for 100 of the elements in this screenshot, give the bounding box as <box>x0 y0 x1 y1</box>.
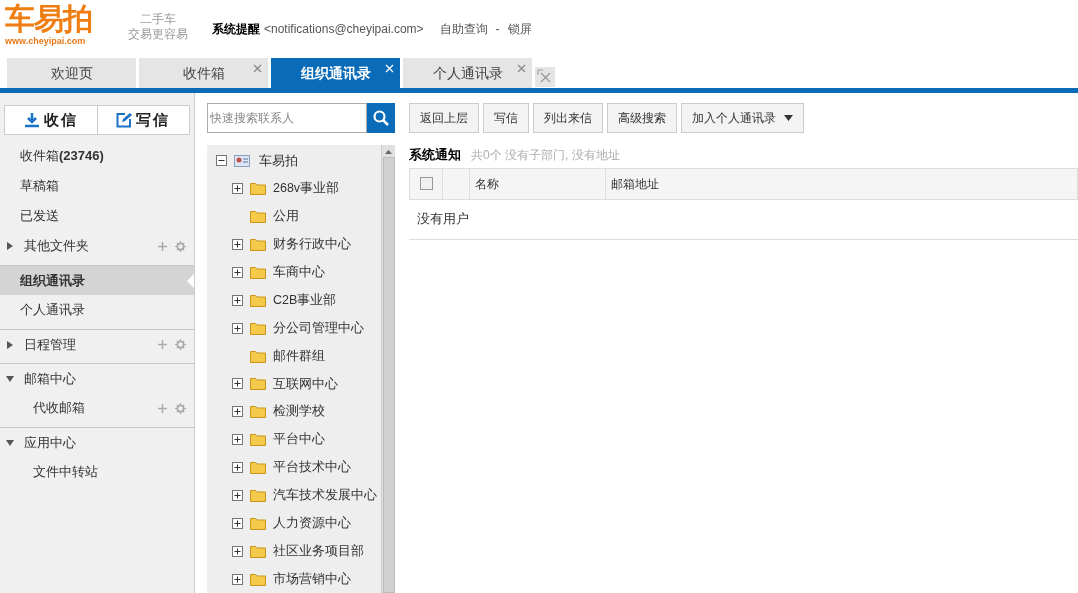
sidebar-label: 收件箱(23746) <box>20 147 105 166</box>
tab[interactable]: 收件箱 <box>139 58 268 88</box>
search-button[interactable] <box>367 103 395 133</box>
sidebar-label: 已发送 <box>20 207 60 226</box>
expand-icon[interactable] <box>232 239 243 251</box>
sidebar-label: 其他文件夹 <box>24 237 90 256</box>
folder-icon <box>250 349 266 363</box>
tree-label[interactable]: 平台中心 <box>273 430 325 450</box>
tree-label[interactable]: 财务行政中心 <box>273 235 351 254</box>
tree-label[interactable]: 检测学校 <box>273 402 325 422</box>
folder-icon <box>250 238 266 252</box>
column-header[interactable]: 邮箱地址 <box>606 168 1077 199</box>
tree-label[interactable]: 汽车技术发展中心 <box>273 486 377 505</box>
logo-text: 车易拍 <box>5 2 93 36</box>
folder-icon <box>250 488 266 502</box>
tab[interactable]: 个人通讯录 <box>403 58 532 88</box>
expand-icon[interactable] <box>232 266 243 278</box>
folder-icon <box>250 405 266 419</box>
folder-icon <box>250 516 266 530</box>
folder-icon <box>250 433 266 447</box>
collapsed-arrow-icon[interactable] <box>6 242 14 250</box>
close-icon[interactable] <box>517 64 526 73</box>
panel-info: 共0个 没有子部门, 没有地址 <box>471 146 620 164</box>
tree-label[interactable]: 公用 <box>273 207 299 227</box>
header-link[interactable]: - <box>495 20 500 38</box>
tree-label[interactable]: 人力资源中心 <box>273 513 351 533</box>
collapsed-arrow-icon[interactable] <box>6 340 14 349</box>
sidebar-label: 文件中转站 <box>33 463 99 482</box>
tree-label[interactable]: 分公司管理中心 <box>273 318 364 338</box>
edit-icon <box>116 112 133 128</box>
tab[interactable]: 组织通讯录 <box>271 58 400 88</box>
expand-icon[interactable] <box>232 462 243 474</box>
expand-icon[interactable] <box>232 294 243 306</box>
sidebar-item[interactable]: 应用中心 <box>0 427 194 457</box>
search-icon <box>373 110 389 126</box>
receive-button[interactable]: 收信 <box>5 106 97 134</box>
tree-label[interactable]: C2B事业部 <box>273 290 337 310</box>
tab[interactable]: 欢迎页 <box>7 58 136 88</box>
sidebar-item[interactable]: 草稿箱 <box>0 171 194 201</box>
folder-icon <box>250 182 266 196</box>
expand-icon[interactable] <box>232 322 243 334</box>
header-link[interactable]: 自助查询 <box>439 20 488 38</box>
expand-icon[interactable] <box>232 434 243 446</box>
sidebar-label: 邮箱中心 <box>24 369 77 388</box>
sidebar-item[interactable]: 其他文件夹 <box>0 231 194 261</box>
download-icon <box>23 112 40 128</box>
expand-icon[interactable] <box>232 489 243 501</box>
tree-label[interactable]: 社区业务项目部 <box>273 541 364 561</box>
scroll-up-icon[interactable] <box>385 149 392 154</box>
toolbar-button[interactable]: 列出来信 <box>533 103 603 133</box>
expand-icon[interactable] <box>232 378 243 390</box>
dropdown-button[interactable]: 加入个人通讯录 <box>681 103 804 133</box>
column-header[interactable]: 名称 <box>470 168 606 199</box>
tree-label[interactable]: 市场营销中心 <box>273 569 351 589</box>
toolbar-button[interactable]: 返回上层 <box>409 103 479 133</box>
tree-label[interactable]: 互联网中心 <box>273 374 338 394</box>
close-icon[interactable] <box>253 64 262 73</box>
sidebar-item[interactable]: 文件中转站 <box>0 457 194 487</box>
sidebar-item[interactable]: 已发送 <box>0 201 194 231</box>
expand-icon[interactable] <box>232 517 243 529</box>
expand-icon[interactable] <box>232 183 243 195</box>
pointer-icon <box>187 274 194 288</box>
tree-label[interactable]: 268v事业部 <box>273 179 340 199</box>
slogan-text: 二手车 <box>140 12 176 27</box>
folder-icon <box>250 544 266 558</box>
sidebar-label: 应用中心 <box>24 433 77 452</box>
folder-icon <box>250 321 266 335</box>
toolbar-button[interactable]: 高级搜索 <box>607 103 677 133</box>
folder-icon <box>250 572 266 586</box>
search-field[interactable]: 快速搜索联系人 <box>207 103 367 133</box>
header-link[interactable]: 锁屏 <box>507 20 532 38</box>
sidebar-item[interactable]: 收件箱(23746) <box>0 141 194 171</box>
tree-label[interactable]: 平台技术中心 <box>273 458 351 477</box>
tree-label[interactable]: 车易拍 <box>259 151 298 171</box>
collapse-icon[interactable] <box>216 155 227 167</box>
folder-icon <box>250 265 266 279</box>
notice-email: <notifications@cheyipai.com> <box>264 21 424 38</box>
expand-icon[interactable] <box>232 573 243 585</box>
scrollbar[interactable] <box>381 145 395 593</box>
folder-icon <box>250 377 266 391</box>
sidebar-label: 日程管理 <box>24 335 77 354</box>
tree-label[interactable]: 邮件群组 <box>273 346 325 366</box>
folder-icon <box>250 210 266 224</box>
toolbar-button[interactable]: 写信 <box>483 103 529 133</box>
checkbox[interactable] <box>419 177 433 190</box>
empty-message: 没有用户 <box>417 210 469 229</box>
compose-button[interactable]: 写信 <box>96 106 189 134</box>
expanded-arrow-icon[interactable] <box>6 374 14 383</box>
sidebar-item[interactable]: 邮箱中心 <box>0 363 194 393</box>
sidebar-item[interactable]: 个人通讯录 <box>0 295 194 325</box>
expand-icon[interactable] <box>232 545 243 557</box>
sidebar-label: 代收邮箱 <box>33 399 86 418</box>
panel-title: 系统通知 <box>409 146 461 164</box>
sidebar-label: 个人通讯录 <box>20 301 86 320</box>
sidebar-label: 草稿箱 <box>20 177 60 196</box>
sidebar-item[interactable]: 日程管理 <box>0 329 194 359</box>
expanded-arrow-icon[interactable] <box>6 438 14 447</box>
tree-label[interactable]: 车商中心 <box>273 263 325 282</box>
expand-icon[interactable] <box>232 406 243 418</box>
sidebar-item[interactable]: 组织通讯录 <box>0 265 194 295</box>
